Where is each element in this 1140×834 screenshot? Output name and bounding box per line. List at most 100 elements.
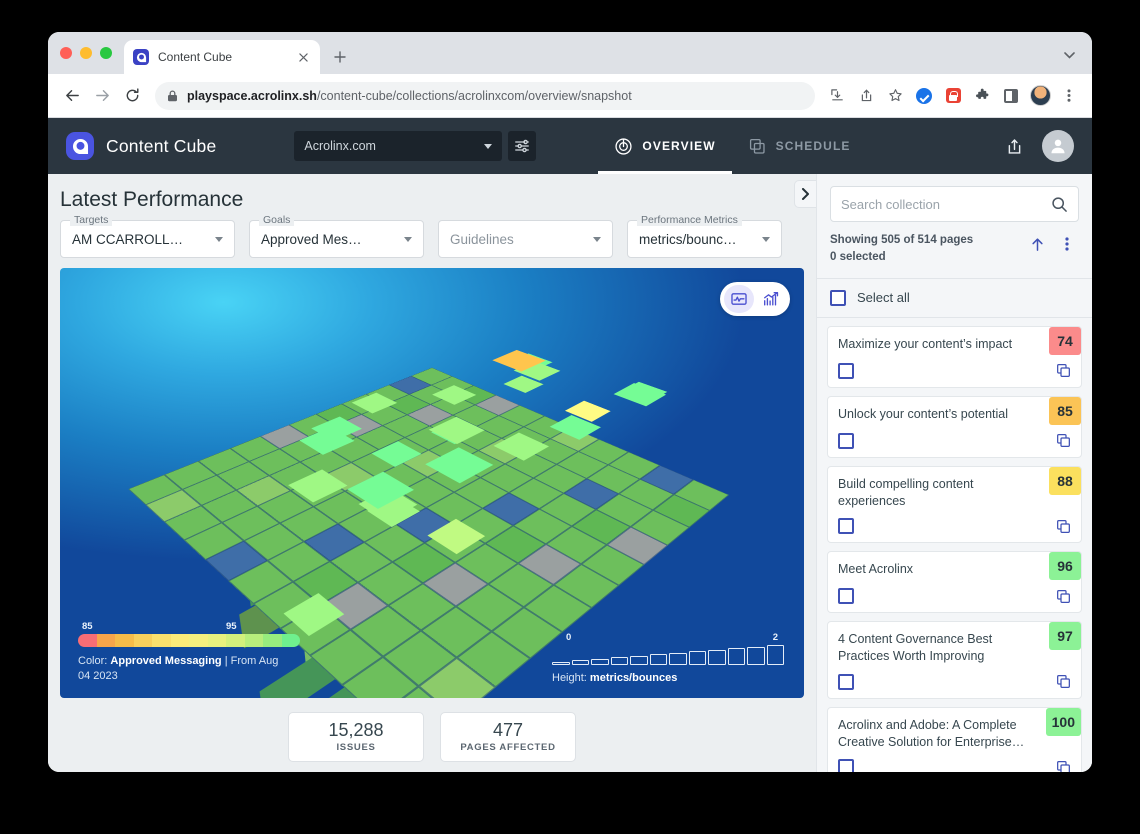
- color-legend-stop: [208, 634, 227, 647]
- page-list-item[interactable]: Meet Acrolinx 96: [827, 551, 1082, 613]
- person-avatar-icon[interactable]: [1042, 130, 1074, 162]
- tab-overview[interactable]: OVERVIEW: [598, 118, 731, 174]
- stat-pages-affected[interactable]: 477 PAGES AFFECTED: [440, 712, 576, 762]
- filter-goals-label: Goals: [259, 214, 294, 226]
- collection-select[interactable]: Acrolinx.com: [294, 131, 502, 161]
- filter-goals[interactable]: Goals Approved Mes…: [249, 220, 424, 258]
- color-legend-stop: [115, 634, 134, 647]
- radar-icon: [614, 137, 633, 156]
- kebab-menu-icon[interactable]: [1055, 232, 1079, 256]
- stat-issues-label: ISSUES: [336, 742, 375, 753]
- height-legend-step: [552, 662, 570, 665]
- color-legend-stop: [134, 634, 153, 647]
- filter-guidelines[interactable]: Guidelines: [438, 220, 613, 258]
- copy-icon[interactable]: [1056, 433, 1071, 448]
- share-icon[interactable]: [853, 83, 879, 109]
- copy-icon[interactable]: [1056, 589, 1071, 604]
- filter-performance-metrics[interactable]: Performance Metrics metrics/bounc…: [627, 220, 782, 258]
- tune-icon[interactable]: [508, 131, 536, 161]
- page-list-item[interactable]: Build compelling content experiences 88: [827, 466, 1082, 544]
- bookmark-star-icon[interactable]: [882, 83, 908, 109]
- close-icon[interactable]: [295, 49, 311, 65]
- arrow-up-icon[interactable]: [1025, 232, 1049, 256]
- page-item-score: 88: [1049, 467, 1081, 495]
- view-toggle-group: [720, 282, 790, 316]
- side-panel-icon[interactable]: [998, 83, 1024, 109]
- browser-tabstrip: Content Cube: [48, 32, 1092, 74]
- snapshot-cube-icon[interactable]: [724, 285, 754, 313]
- cube-grid-tile: [564, 478, 619, 509]
- page-list-item[interactable]: Unlock your content’s potential 85: [827, 396, 1082, 458]
- app-brand[interactable]: Content Cube: [66, 132, 216, 160]
- page-item-title: Unlock your content’s potential: [838, 406, 1041, 423]
- copy-stack-icon: [748, 137, 767, 156]
- page-list-item[interactable]: Maximize your content’s impact 74: [827, 326, 1082, 388]
- page-list-item[interactable]: Acrolinx and Adobe: A Complete Creative …: [827, 707, 1082, 773]
- select-all-row[interactable]: Select all: [817, 279, 1092, 318]
- tab-schedule[interactable]: SCHEDULE: [732, 118, 867, 174]
- page-item-top: Build compelling content experiences 88: [828, 476, 1081, 511]
- collection-meta-text: Showing 505 of 514 pages 0 selected: [830, 232, 1025, 267]
- page-item-checkbox[interactable]: [838, 588, 854, 604]
- search-collection-box[interactable]: [830, 186, 1079, 222]
- extensions-puzzle-icon[interactable]: [969, 83, 995, 109]
- color-legend-stop: [97, 634, 116, 647]
- collection-meta: Showing 505 of 514 pages 0 selected: [817, 222, 1092, 279]
- page-item-title: Meet Acrolinx: [838, 561, 1041, 578]
- maximize-window-button[interactable]: [100, 47, 112, 59]
- height-legend-step: [591, 659, 609, 665]
- select-all-checkbox[interactable]: [830, 290, 846, 306]
- page-item-checkbox[interactable]: [838, 759, 854, 772]
- selected-count: 0 selected: [830, 249, 1025, 266]
- profile-avatar[interactable]: [1027, 83, 1053, 109]
- select-all-label: Select all: [857, 290, 910, 305]
- browser-tab-title: Content Cube: [158, 50, 286, 64]
- copy-icon[interactable]: [1056, 363, 1071, 378]
- close-window-button[interactable]: [60, 47, 72, 59]
- chevron-down-icon: [593, 237, 601, 242]
- page-item-checkbox[interactable]: [838, 363, 854, 379]
- filter-targets[interactable]: Targets AM CCARROLL…: [60, 220, 235, 258]
- page-item-top: Maximize your content’s impact 74: [828, 336, 1081, 355]
- address-bar[interactable]: playspace.acrolinx.sh/content-cube/colle…: [155, 82, 815, 110]
- page-item-checkbox[interactable]: [838, 674, 854, 690]
- chrome-menu-icon[interactable]: [1056, 83, 1082, 109]
- color-legend-stop: [226, 634, 245, 647]
- copy-icon[interactable]: [1056, 760, 1071, 773]
- window-traffic-lights: [60, 32, 124, 74]
- filter-goals-value: Approved Mes…: [261, 232, 398, 247]
- reload-icon[interactable]: [118, 82, 146, 110]
- page-item-checkbox[interactable]: [838, 518, 854, 534]
- content-cube-visualization[interactable]: 85 95 Color: Approved Messaging | From A…: [60, 268, 804, 698]
- copy-icon[interactable]: [1056, 674, 1071, 689]
- tab-schedule-label: SCHEDULE: [776, 139, 851, 153]
- extension-grammarly-icon[interactable]: [911, 83, 937, 109]
- browser-tab[interactable]: Content Cube: [124, 40, 320, 74]
- filter-guidelines-value: Guidelines: [450, 232, 587, 247]
- trend-chart-icon[interactable]: [756, 285, 786, 313]
- chevron-down-icon[interactable]: [1056, 42, 1082, 68]
- page-item-checkbox[interactable]: [838, 433, 854, 449]
- color-legend: 85 95 Color: Approved Messaging | From A…: [78, 621, 328, 684]
- minimize-window-button[interactable]: [80, 47, 92, 59]
- copy-icon[interactable]: [1056, 519, 1071, 534]
- forward-arrow-icon[interactable]: [88, 82, 116, 110]
- back-arrow-icon[interactable]: [58, 82, 86, 110]
- collapse-sidebar-button[interactable]: [794, 180, 816, 208]
- height-legend-caption: Height: metrics/bounces: [552, 672, 784, 684]
- height-legend-min: 0: [566, 632, 571, 643]
- collection-sidebar: Showing 505 of 514 pages 0 selected: [816, 174, 1092, 772]
- height-legend-step: [747, 647, 765, 666]
- install-icon[interactable]: [824, 83, 850, 109]
- page-list[interactable]: Maximize your content’s impact 74 Unlock y…: [817, 318, 1092, 773]
- extension-password-icon[interactable]: [940, 83, 966, 109]
- search-input[interactable]: [841, 197, 1043, 212]
- height-legend-step: [650, 654, 668, 665]
- new-tab-button[interactable]: [326, 43, 354, 71]
- search-icon[interactable]: [1051, 196, 1068, 213]
- color-legend-stop: [282, 634, 301, 647]
- page-list-item[interactable]: 4 Content Governance Best Practices Wort…: [827, 621, 1082, 699]
- stat-issues[interactable]: 15,288 ISSUES: [288, 712, 424, 762]
- sidebar-search-wrap: [817, 174, 1092, 222]
- share-upload-icon[interactable]: [1002, 134, 1026, 158]
